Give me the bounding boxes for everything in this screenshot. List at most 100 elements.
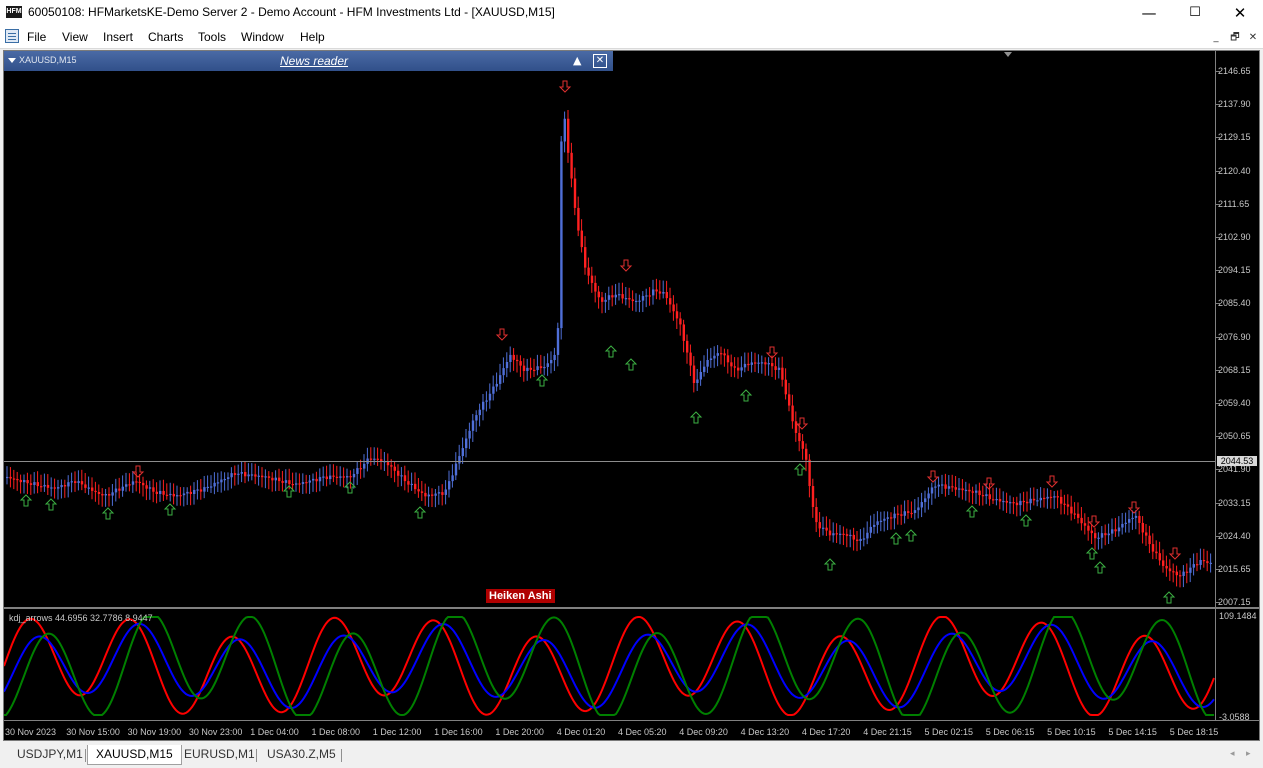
tab-usdjpy[interactable]: USDJPY,M1	[9, 745, 91, 764]
collapse-icon[interactable]: ▲	[573, 54, 581, 67]
sell-arrow-icon	[926, 470, 940, 483]
menu-tools[interactable]: Tools	[198, 30, 226, 44]
candle-body	[271, 477, 274, 481]
candle-body	[859, 538, 862, 541]
candle-body	[1107, 533, 1110, 536]
candle-body	[1158, 553, 1161, 561]
price-tick-mark	[1216, 569, 1221, 570]
price-tick-label: 2050.65	[1218, 431, 1251, 442]
buy-arrow-icon	[604, 345, 618, 358]
candle-body	[12, 478, 16, 480]
candle-body	[788, 394, 791, 406]
price-tick-label: 2068.15	[1218, 364, 1251, 375]
candle-body	[924, 498, 927, 503]
document-icon[interactable]	[5, 29, 19, 43]
candle-body	[1175, 571, 1178, 576]
candle-body	[9, 476, 12, 479]
menu-window[interactable]: Window	[241, 30, 284, 44]
candle-body	[118, 488, 121, 491]
candle-body	[26, 480, 29, 484]
candle-body	[1060, 496, 1063, 504]
candle-body	[818, 522, 821, 529]
time-tick-label: 1 Dec 16:00	[434, 727, 483, 737]
price-tick-mark	[1216, 436, 1221, 438]
indicator-max-tick: 109.1484	[1219, 611, 1257, 621]
news-reader-link[interactable]: News reader	[280, 54, 348, 68]
buy-arrow-icon	[413, 506, 427, 519]
candle-body	[257, 475, 260, 477]
time-tick-label: 4 Dec 21:15	[863, 727, 912, 737]
candle-body	[886, 517, 889, 519]
candle-body	[155, 491, 158, 494]
maximize-button[interactable]: ☐	[1172, 0, 1218, 26]
menu-view[interactable]: View	[62, 30, 88, 44]
candle-body	[390, 465, 393, 467]
title-bar: HFM 60050108: HFMarketsKE-Demo Server 2 …	[0, 0, 1263, 26]
candle-body	[1080, 517, 1083, 524]
candle-body	[618, 294, 621, 296]
time-tick-label: 1 Dec 12:00	[372, 727, 422, 737]
candle-body	[652, 289, 655, 296]
menu-charts[interactable]: Charts	[148, 30, 183, 44]
candle-body	[842, 533, 845, 535]
candle-body	[862, 538, 866, 540]
menu-help[interactable]: Help	[300, 30, 325, 44]
sell-arrow-icon	[131, 465, 145, 478]
candle-body	[189, 491, 192, 495]
candle-body	[1036, 500, 1039, 502]
candle-body	[553, 354, 556, 361]
candle-body	[614, 294, 617, 298]
time-tick-label: 5 Dec 06:15	[985, 727, 1035, 737]
news-reader-bar[interactable]: XAUUSD,M15 News reader ▲ ✕	[4, 51, 613, 71]
minimize-button[interactable]: —	[1126, 0, 1172, 26]
chart-minimize-button[interactable]: _	[1209, 31, 1223, 44]
candle-body	[801, 441, 804, 449]
chart-restore-button[interactable]: 🗗	[1228, 31, 1242, 44]
candle-body	[580, 230, 583, 248]
candle-body	[29, 483, 33, 485]
candle-body	[1168, 568, 1172, 572]
candle-body	[318, 477, 322, 482]
shift-marker-icon[interactable]	[1004, 52, 1012, 57]
time-tick-label: 1 Dec 04:00	[250, 727, 299, 737]
time-tick-label: 4 Dec 17:20	[801, 727, 851, 737]
dropdown-icon[interactable]	[8, 58, 16, 63]
candle-body	[805, 448, 808, 460]
menu-insert[interactable]: Insert	[103, 30, 133, 44]
chart-close-button[interactable]: ✕	[1246, 31, 1260, 44]
candle-body	[1111, 529, 1114, 534]
scroll-left-icon[interactable]: ◂	[1230, 749, 1235, 759]
indicator-separator[interactable]	[4, 607, 1259, 609]
close-button[interactable]: ✕	[1217, 0, 1263, 26]
price-tick-mark	[1216, 303, 1221, 305]
sell-arrow-icon	[1087, 515, 1101, 528]
candle-body	[750, 362, 753, 365]
candle-body	[499, 375, 502, 384]
sell-arrow-icon	[558, 80, 572, 93]
candle-body	[70, 481, 73, 483]
candle-body	[274, 477, 277, 481]
candle-body	[998, 498, 1002, 502]
candle-body	[36, 482, 39, 487]
candle-body	[97, 492, 101, 494]
tab-usa30[interactable]: USA30.Z,M5	[259, 745, 344, 764]
price-tick-mark	[1216, 203, 1221, 205]
candle-body	[686, 340, 689, 353]
candle-body	[332, 475, 335, 477]
price-chart-canvas[interactable]	[4, 51, 1259, 740]
menu-file[interactable]: File	[27, 30, 46, 44]
chart-window[interactable]: XAUUSD,M15 News reader ▲ ✕ 2146.65 2137.9…	[3, 50, 1260, 741]
candle-body	[482, 401, 485, 410]
scroll-right-icon[interactable]: ▸	[1246, 749, 1251, 759]
candle-body	[261, 475, 264, 478]
news-close-icon[interactable]: ✕	[593, 54, 607, 68]
candle-body	[648, 295, 651, 297]
candle-body	[747, 363, 750, 366]
candle-body	[709, 358, 713, 360]
buy-arrow-icon	[19, 494, 33, 507]
tab-xauusd[interactable]: XAUUSD,M15	[87, 745, 182, 765]
candle-body	[522, 365, 526, 371]
menu-bar: File View Insert Charts Tools Window Hel…	[0, 26, 1263, 49]
candle-body	[145, 485, 148, 489]
tab-eurusd[interactable]: EURUSD,M1	[176, 745, 263, 764]
